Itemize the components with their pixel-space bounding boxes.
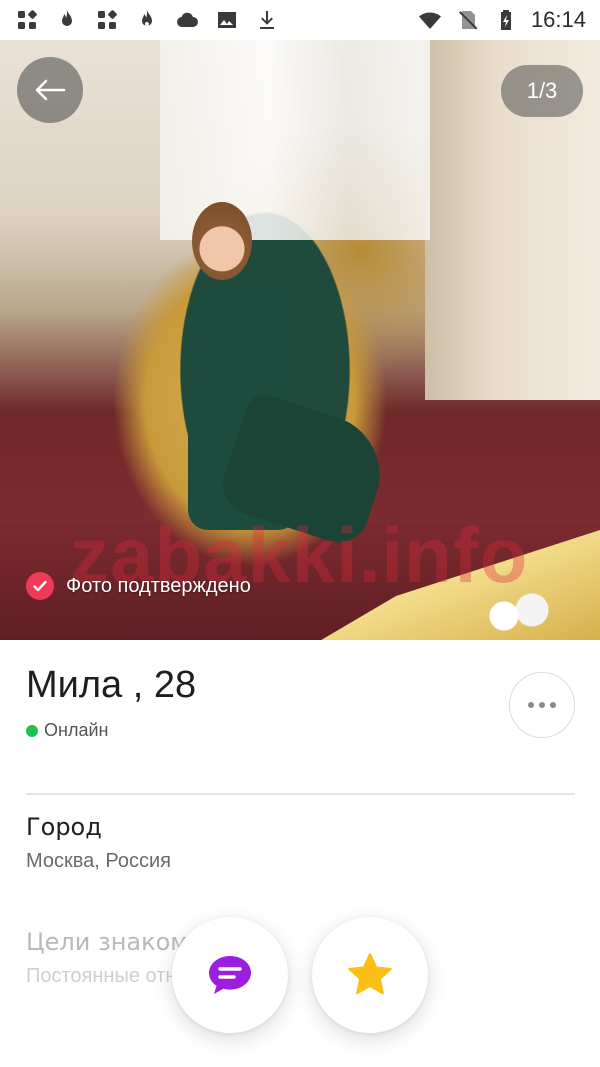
no-sim-icon bbox=[455, 7, 481, 33]
online-status: Онлайн bbox=[26, 720, 108, 741]
chat-bubble-icon bbox=[209, 956, 251, 994]
divider bbox=[26, 793, 575, 795]
flame-icon bbox=[54, 7, 80, 33]
image-icon bbox=[214, 7, 240, 33]
city-value: Москва, Россия bbox=[26, 850, 171, 872]
back-button[interactable] bbox=[17, 57, 83, 123]
verified-label: Фото подтверждено bbox=[66, 574, 251, 597]
online-status-label: Онлайн bbox=[44, 720, 109, 740]
check-icon bbox=[26, 572, 54, 600]
apps-icon bbox=[14, 7, 40, 33]
favorite-button[interactable] bbox=[312, 917, 428, 1033]
photo-counter: 1/3 bbox=[501, 65, 583, 117]
arrow-left-icon bbox=[35, 79, 66, 101]
photo-verified-badge: Фото подтверждено bbox=[26, 572, 251, 600]
flame-outline-icon bbox=[134, 7, 160, 33]
apps-icon bbox=[94, 7, 120, 33]
clock: 16:14 bbox=[530, 7, 586, 32]
notification-icons bbox=[14, 7, 280, 33]
status-bar: 16:14 bbox=[0, 0, 600, 40]
battery-charging-icon bbox=[493, 7, 519, 33]
city-heading: Город bbox=[26, 813, 102, 841]
cloud-icon bbox=[174, 7, 200, 33]
message-button[interactable] bbox=[172, 917, 288, 1033]
more-dots-icon bbox=[528, 702, 534, 708]
system-icons: 16:14 bbox=[417, 7, 586, 33]
wifi-icon bbox=[417, 7, 443, 33]
more-options-button[interactable] bbox=[509, 672, 575, 738]
star-icon bbox=[348, 953, 392, 995]
online-dot-icon bbox=[26, 724, 38, 737]
profile-name: Мила , 28 bbox=[26, 664, 197, 706]
profile-name-row: Мила , 28 bbox=[26, 664, 196, 707]
profile-photo[interactable]: zabakki.info bbox=[0, 40, 600, 640]
download-icon bbox=[254, 7, 280, 33]
